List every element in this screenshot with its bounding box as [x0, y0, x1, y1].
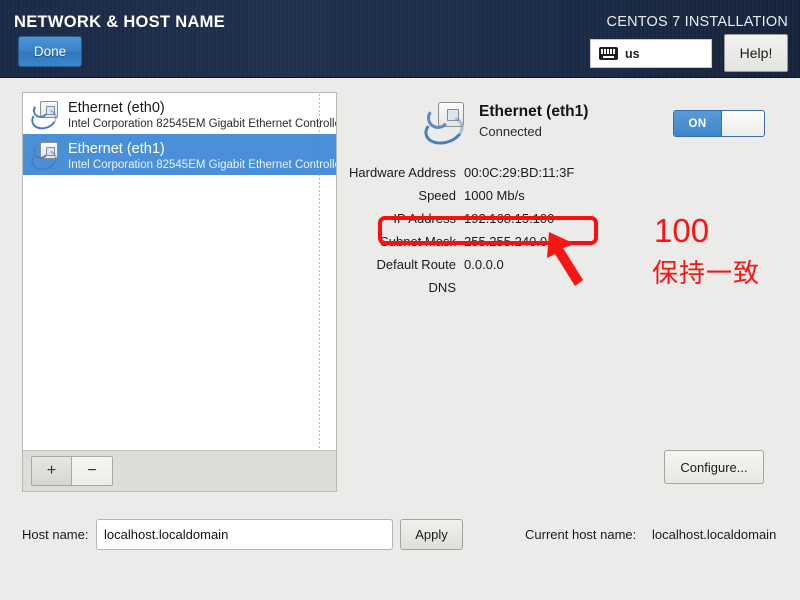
configure-button[interactable]: Configure... [664, 450, 764, 484]
device-list[interactable]: Ethernet (eth0) Intel Corporation 82545E… [23, 93, 336, 450]
property-label: Subnet Mask [380, 234, 456, 249]
annotation-number: 100 [654, 212, 710, 249]
keyboard-layout-indicator[interactable]: us [590, 39, 712, 68]
device-detail-text: Ethernet (eth1) Connected [479, 102, 588, 141]
property-value: 0.0.0.0 [464, 257, 504, 272]
property-row-speed: Speed 1000 Mb/s [340, 188, 640, 211]
list-item-description: Intel Corporation 82545EM Gigabit Ethern… [68, 158, 336, 171]
add-device-button[interactable]: + [31, 456, 72, 486]
help-button-label: Help! [739, 45, 773, 61]
property-row-ip-address: IP Address 192.168.15.100 [340, 211, 640, 234]
device-list-toolbar: + − [23, 450, 336, 491]
property-label: Speed [418, 188, 456, 203]
property-value: 1000 Mb/s [464, 188, 525, 203]
device-connection-status: Connected [479, 124, 542, 139]
configure-button-label: Configure... [680, 459, 748, 475]
page-title: NETWORK & HOST NAME [14, 13, 226, 31]
property-value: 255.255.240.0 [464, 234, 548, 249]
device-power-toggle[interactable]: ON [673, 110, 765, 137]
property-row-default-route: Default Route 0.0.0.0 [340, 257, 640, 280]
keyboard-icon [599, 47, 618, 60]
list-item[interactable]: Ethernet (eth0) Intel Corporation 82545E… [23, 93, 336, 134]
ethernet-icon-large [420, 102, 470, 149]
device-properties: Hardware Address 00:0C:29:BD:11:3F Speed… [340, 165, 640, 303]
list-item-description: Intel Corporation 82545EM Gigabit Ethern… [68, 117, 336, 130]
current-hostname-value: localhost.localdomain [652, 527, 777, 542]
device-power-toggle-knob[interactable] [721, 111, 764, 136]
property-row-subnet-mask: Subnet Mask 255.255.240.0 [340, 234, 640, 257]
device-list-panel: Ethernet (eth0) Intel Corporation 82545E… [22, 92, 337, 492]
list-item-text: Ethernet (eth1) Intel Corporation 82545E… [68, 141, 336, 172]
remove-device-button[interactable]: − [72, 456, 113, 486]
ethernet-icon [28, 100, 61, 133]
add-device-button-label: + [46, 462, 57, 479]
list-item-text: Ethernet (eth0) Intel Corporation 82545E… [68, 100, 336, 131]
list-item-name: Ethernet (eth0) [68, 99, 165, 116]
remove-device-button-label: − [87, 462, 97, 479]
property-label: DNS [428, 280, 456, 295]
ethernet-icon [28, 141, 61, 174]
current-hostname-label: Current host name: [525, 527, 637, 542]
installation-label: CENTOS 7 INSTALLATION [606, 14, 788, 30]
property-row-dns: DNS [340, 280, 640, 303]
apply-button[interactable]: Apply [400, 519, 463, 550]
device-detail-title: Ethernet (eth1) [479, 103, 589, 120]
keyboard-layout-label: us [625, 46, 640, 61]
list-item-name: Ethernet (eth1) [68, 140, 165, 157]
property-value: 192.168.15.100 [464, 211, 555, 226]
property-label: Default Route [376, 257, 457, 272]
annotation-note: 保持一致 [652, 258, 761, 288]
installer-header: NETWORK & HOST NAME CENTOS 7 INSTALLATIO… [0, 0, 800, 78]
apply-button-label: Apply [415, 527, 448, 542]
device-detail-header: Ethernet (eth1) Connected [420, 102, 588, 149]
property-row-hardware-address: Hardware Address 00:0C:29:BD:11:3F [340, 165, 640, 188]
hostname-label: Host name: [22, 527, 89, 542]
property-label: IP Address [393, 211, 456, 226]
device-power-toggle-label: ON [674, 111, 721, 136]
property-label: Hardware Address [349, 165, 456, 180]
hostname-input[interactable] [96, 519, 393, 550]
done-button[interactable]: Done [18, 36, 82, 67]
list-item[interactable]: Ethernet (eth1) Intel Corporation 82545E… [23, 134, 336, 175]
done-button-label: Done [33, 44, 67, 59]
property-value: 00:0C:29:BD:11:3F [464, 165, 575, 180]
help-button[interactable]: Help! [724, 34, 788, 72]
